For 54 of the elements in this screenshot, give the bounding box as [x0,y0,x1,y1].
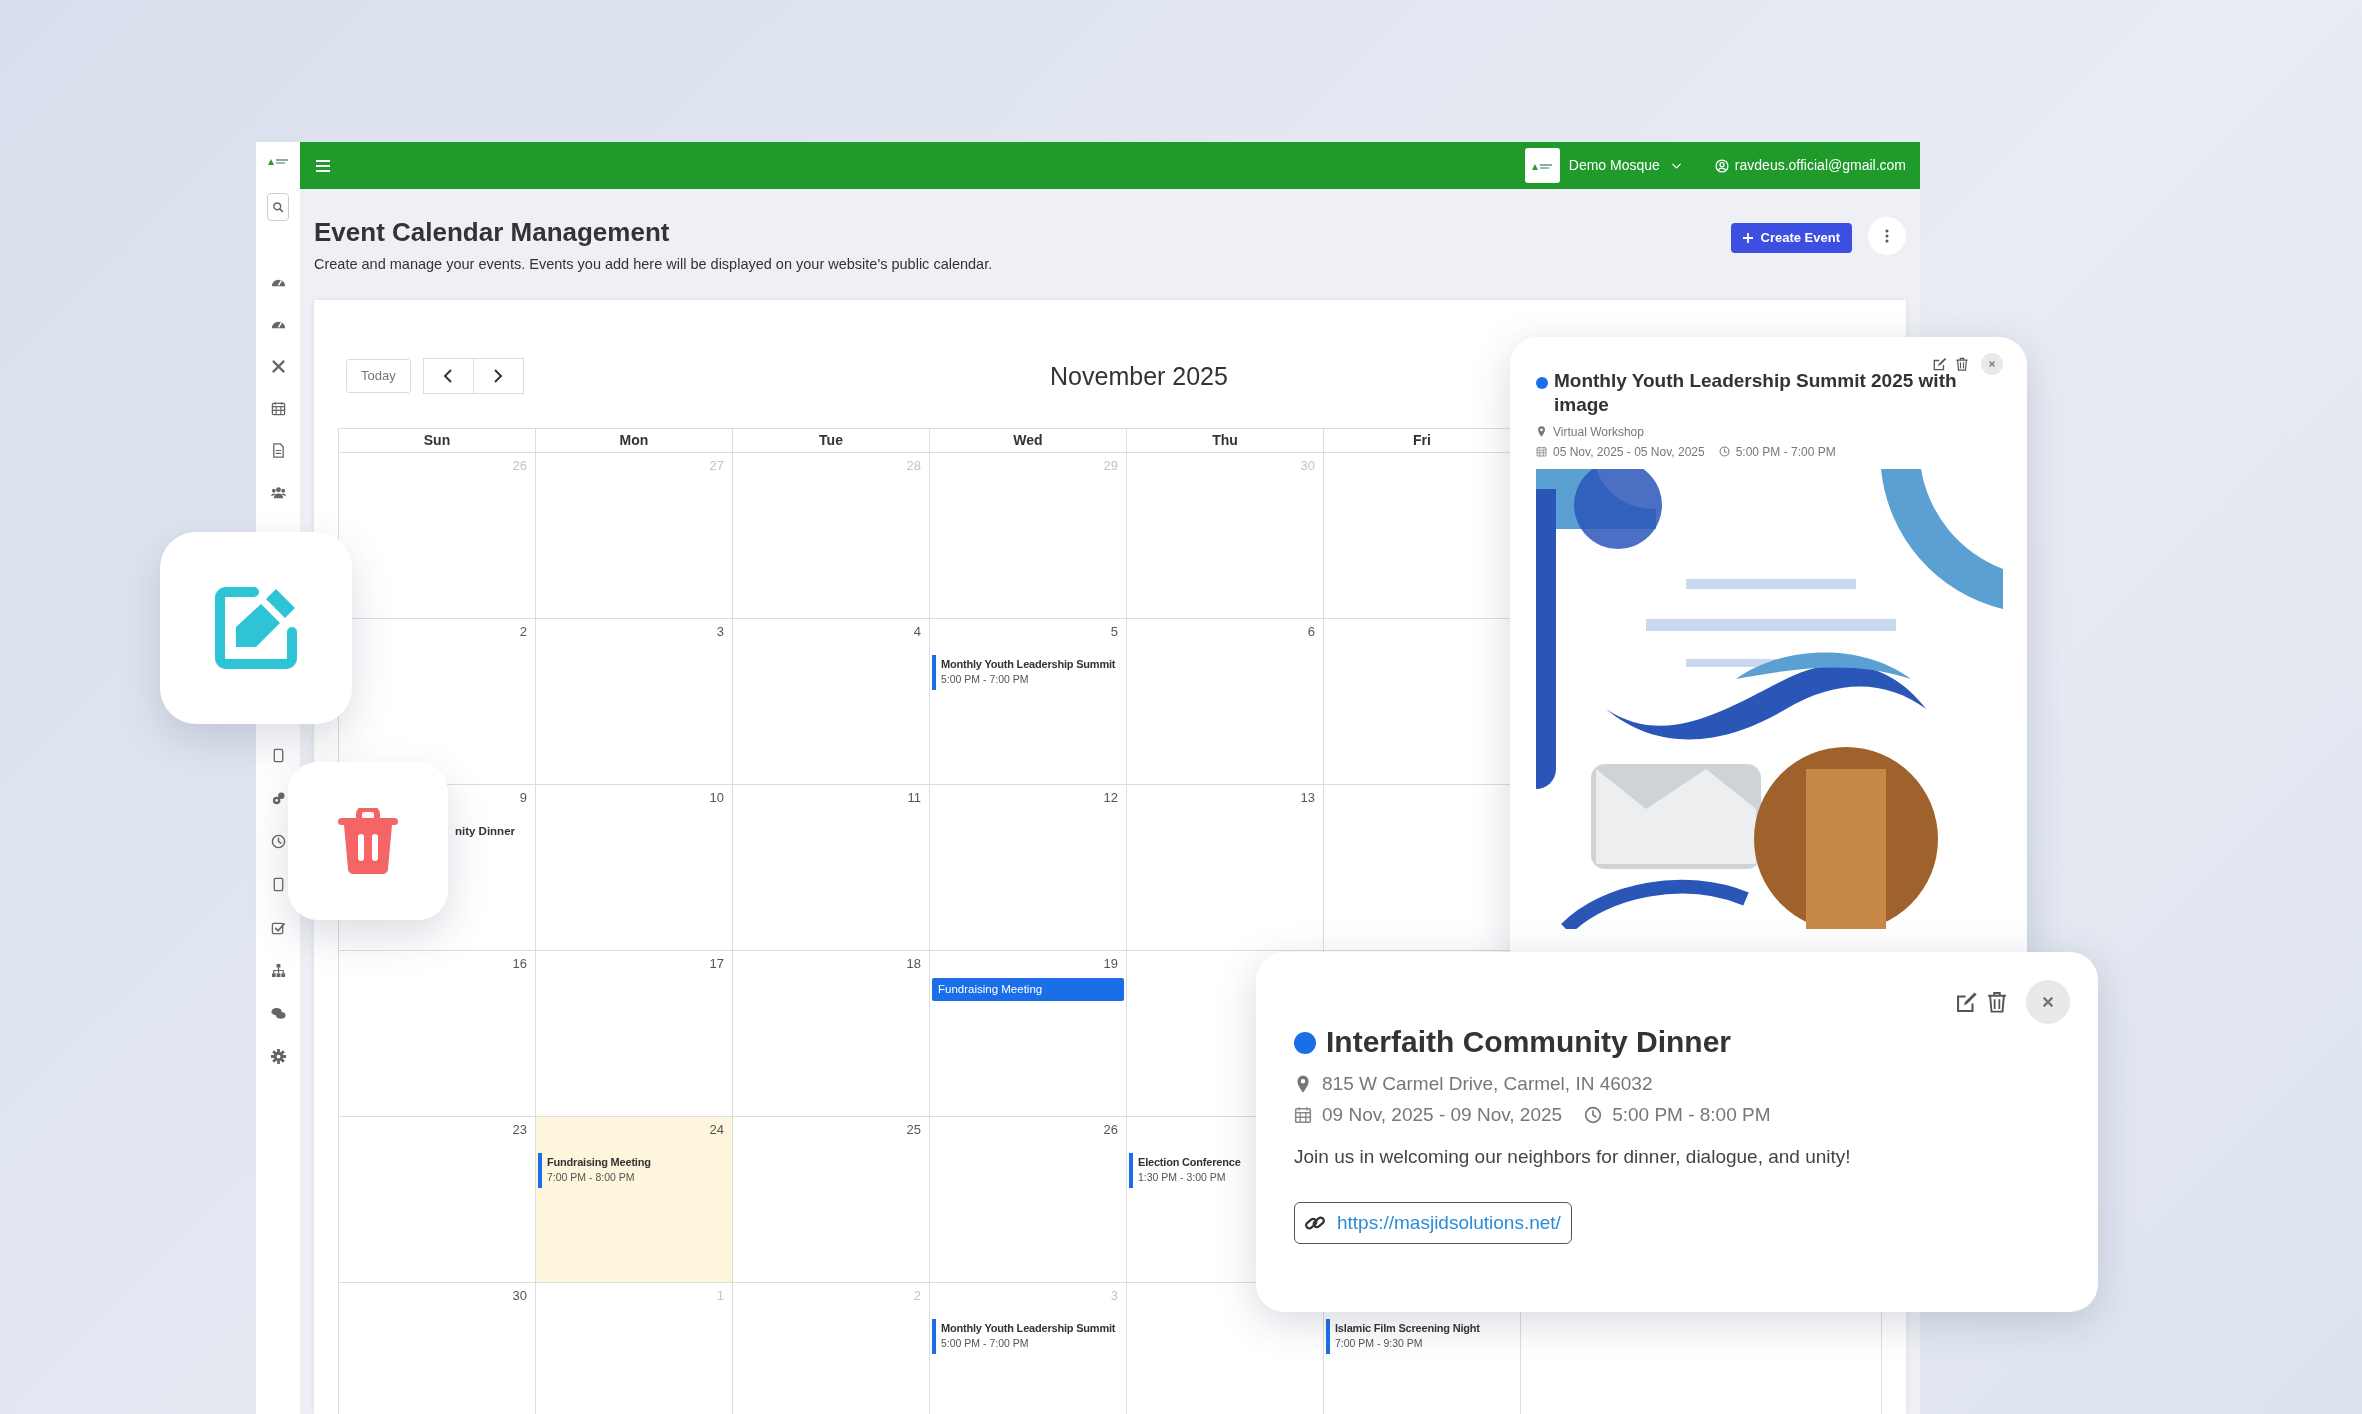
calendar-event[interactable]: Fundraising Meeting [932,977,1124,1002]
day-number: 5 [1110,623,1118,639]
weekday-header: Sun [339,428,536,453]
day-number: 9 [519,789,527,805]
event-dates: 09 Nov, 2025 - 09 Nov, 2025 [1322,1102,1563,1127]
weekday-header: Wed [930,428,1127,453]
day-number: 19 [1103,955,1118,971]
calendar-event[interactable]: Monthly Youth Leadership Summit 5:00 PM - 7:00 PM [932,654,1124,691]
calendar-event[interactable]: Monthly Youth Leadership Summit 5:00 PM - 7:00 PM [932,1318,1124,1355]
day-number: 1 [716,1287,724,1303]
event-location: Virtual Workshop [1536,422,2003,441]
day-number: 13 [1300,789,1315,805]
weekday-header: Mon [536,428,733,453]
event-time: 5:00 PM - 7:00 PM [1735,443,1836,461]
calendar-event[interactable]: Fundraising Meeting 7:00 PM - 8:00 PM [538,1152,730,1189]
day-number: 29 [1103,457,1118,473]
day-number: 26 [512,457,527,473]
month-title: November 2025 [1050,360,1228,391]
day-number: 16 [512,955,527,971]
page-subtitle: Create and manage your events. Events you add here will be displayed on your website's public calendar. [314,255,993,275]
day-number: 30 [1300,457,1315,473]
event-link[interactable]: https://masjidsolutions.net/ [1294,1201,1572,1244]
day-number: 30 [512,1287,527,1303]
calendar-event[interactable]: Islamic Film Screening Night 7:00 PM - 9:30 PM [1326,1318,1518,1355]
event-location: 815 W Carmel Drive, Carmel, IN 46032 [1294,1070,2070,1099]
day-number: 4 [913,623,921,639]
day-number: 23 [512,1121,527,1137]
day-number: 12 [1103,789,1118,805]
calendar-event[interactable]: nity Dinner [454,824,515,837]
weekday-header: Thu [1127,428,1324,453]
day-number: 27 [709,457,724,473]
day-number: 6 [1307,623,1315,639]
weekday-header: Tue [733,428,930,453]
day-number: 25 [906,1121,921,1137]
day-number: 2 [519,623,527,639]
account-dropdown[interactable]: Demo Mosque [1524,148,1683,183]
event-title: Interfaith Community Dinner [1326,1024,1731,1060]
event-dates: 05 Nov, 2025 - 05 Nov, 2025 [1553,443,1705,461]
day-number: 10 [709,789,724,805]
day-number: 24 [709,1121,724,1137]
event-time: 5:00 PM - 8:00 PM [1612,1102,1771,1127]
page-title: Event Calendar Management [314,217,671,249]
account-email-link[interactable]: ravdeus.official@gmail.com [1714,155,1906,176]
day-number: 18 [906,955,921,971]
day-number: 17 [709,955,724,971]
day-number: 3 [1110,1287,1118,1303]
day-number: 11 [907,789,921,805]
event-title: Monthly Youth Leadership Summit 2025 with image [1554,369,1958,417]
day-number: 26 [1103,1121,1118,1137]
create-event-button[interactable]: Create Event [1730,223,1852,253]
day-number: 3 [716,623,724,639]
today-button[interactable]: Today [346,359,411,393]
day-number: 2 [913,1287,921,1303]
day-number: 28 [906,457,921,473]
